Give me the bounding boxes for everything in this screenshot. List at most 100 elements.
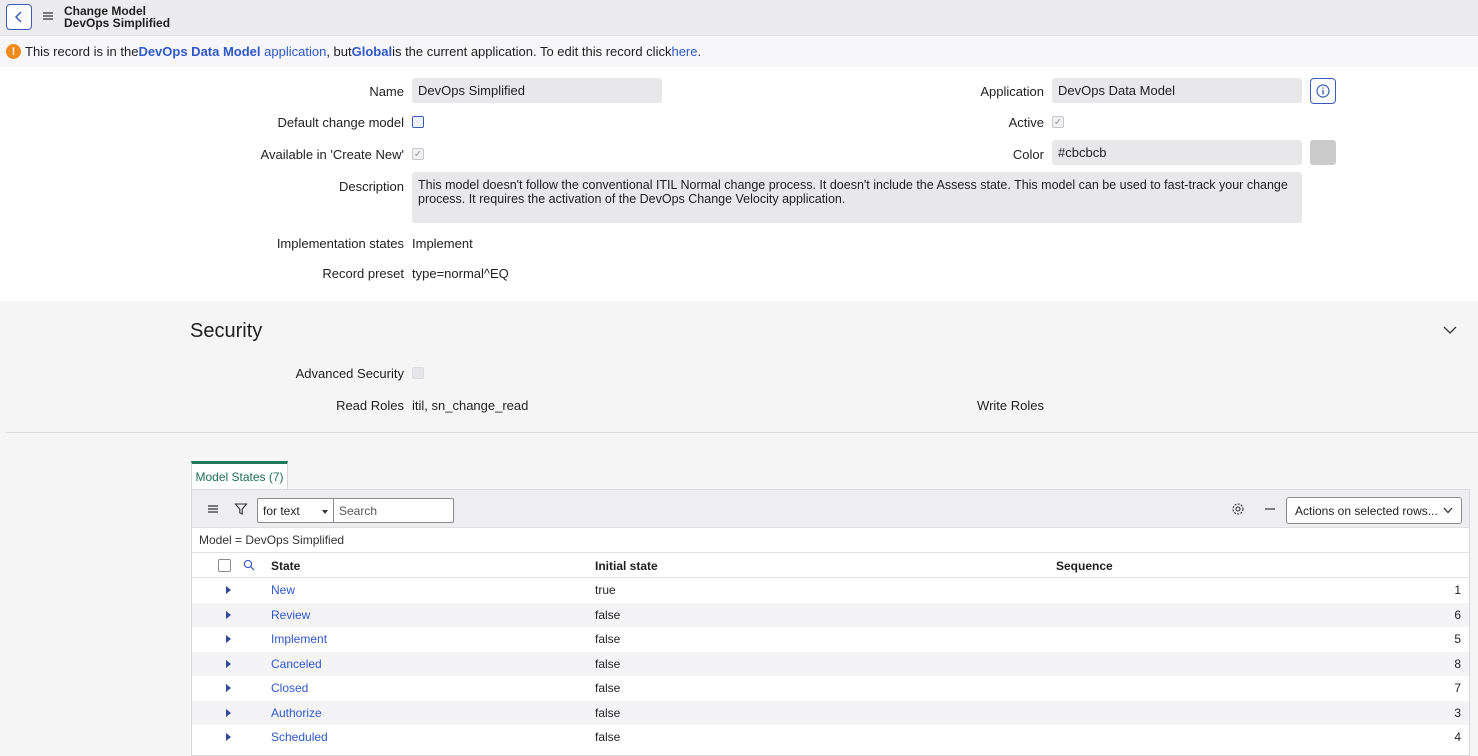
sequence-cell: 3 bbox=[1454, 705, 1461, 720]
write-roles-label: Write Roles bbox=[977, 398, 1044, 413]
hamburger-menu-icon[interactable] bbox=[42, 10, 54, 22]
implementation-states-label: Implementation states bbox=[276, 236, 404, 251]
advanced-security-checkbox[interactable] bbox=[412, 367, 424, 379]
sequence-cell: 7 bbox=[1454, 681, 1461, 695]
table-row: Review false 6 bbox=[192, 602, 1469, 627]
record-preset-value: type=normal^EQ bbox=[412, 266, 509, 281]
active-checkbox[interactable]: ✓ bbox=[1052, 116, 1064, 128]
description-field[interactable]: This model doesn't follow the convention… bbox=[412, 172, 1302, 223]
here-link[interactable]: here bbox=[671, 44, 697, 59]
record-display-name: DevOps Simplified bbox=[64, 16, 171, 30]
expand-row-icon[interactable] bbox=[226, 586, 231, 594]
expand-row-icon[interactable] bbox=[226, 684, 231, 692]
active-label: Active bbox=[1008, 115, 1044, 130]
column-header-state[interactable]: State bbox=[271, 559, 300, 573]
checkmark-icon: ✓ bbox=[413, 148, 423, 160]
state-link[interactable]: Canceled bbox=[271, 657, 322, 671]
actions-select-value: Actions on selected rows... bbox=[1295, 503, 1438, 518]
table-header: State Initial state Sequence bbox=[192, 552, 1469, 578]
scope-application-link[interactable]: application bbox=[264, 44, 326, 59]
info-icon bbox=[1316, 84, 1330, 98]
color-field[interactable]: #cbcbcb bbox=[1052, 140, 1302, 165]
filter-icon[interactable] bbox=[234, 502, 248, 516]
sequence-cell: 5 bbox=[1454, 632, 1461, 646]
collapse-minus-icon[interactable] bbox=[1263, 502, 1277, 516]
search-field-select-value: for text bbox=[263, 503, 300, 518]
model-states-list: for text Actions on selected rows... Mod… bbox=[191, 489, 1470, 756]
state-link[interactable]: Implement bbox=[271, 632, 327, 646]
search-field-select[interactable]: for text bbox=[257, 498, 334, 523]
read-roles-label: Read Roles bbox=[336, 398, 404, 413]
column-header-sequence[interactable]: Sequence bbox=[1056, 559, 1113, 573]
back-button[interactable] bbox=[6, 4, 32, 30]
initial-state-cell: false bbox=[595, 730, 621, 744]
initial-state-cell: false bbox=[595, 607, 621, 622]
notice-text: is the current application. To edit this… bbox=[392, 44, 672, 59]
state-link[interactable]: Closed bbox=[271, 681, 308, 695]
expand-row-icon[interactable] bbox=[226, 659, 231, 668]
name-label: Name bbox=[369, 84, 404, 99]
record-preset-label: Record preset bbox=[322, 266, 404, 281]
caret-down-icon bbox=[322, 510, 328, 514]
description-label: Description bbox=[338, 179, 404, 194]
expand-row-icon[interactable] bbox=[226, 708, 231, 717]
notice-text: , but bbox=[326, 44, 352, 59]
sequence-cell: 8 bbox=[1454, 656, 1461, 671]
sequence-cell: 6 bbox=[1454, 607, 1461, 622]
column-header-initial-state[interactable]: Initial state bbox=[595, 559, 658, 573]
actions-on-selected-rows-select[interactable]: Actions on selected rows... bbox=[1286, 497, 1462, 524]
default-change-model-checkbox[interactable] bbox=[412, 116, 424, 128]
page-header: Change Model DevOps Simplified bbox=[0, 0, 1478, 36]
state-link[interactable]: Review bbox=[271, 608, 310, 622]
checkmark-icon: ✓ bbox=[1053, 116, 1063, 128]
table-row: Closed false 7 bbox=[192, 676, 1469, 701]
chevron-down-icon[interactable] bbox=[1443, 325, 1457, 335]
default-change-model-label: Default change model bbox=[277, 115, 404, 130]
notice-text: This record is in the bbox=[25, 44, 139, 59]
application-label: Application bbox=[980, 84, 1044, 99]
available-in-create-new-label: Available in 'Create New' bbox=[260, 147, 404, 162]
list-breadcrumb[interactable]: Model = DevOps Simplified bbox=[199, 533, 344, 547]
current-app-link[interactable]: Global bbox=[352, 44, 392, 59]
state-link[interactable]: New bbox=[271, 583, 295, 597]
tab-model-states[interactable]: Model States (7) bbox=[191, 461, 288, 490]
scope-name-link[interactable]: DevOps Data Model bbox=[138, 44, 260, 59]
table-row: Implement false 5 bbox=[192, 627, 1469, 652]
sequence-cell: 1 bbox=[1454, 583, 1461, 597]
table-row: New true 1 bbox=[192, 578, 1469, 603]
initial-state-cell: true bbox=[595, 583, 616, 597]
state-link[interactable]: Authorize bbox=[271, 706, 322, 720]
expand-row-icon[interactable] bbox=[226, 635, 231, 643]
record-title: Change Model DevOps Simplified bbox=[64, 5, 170, 29]
initial-state-cell: false bbox=[595, 656, 621, 671]
list-menu-icon[interactable] bbox=[206, 502, 220, 516]
color-label: Color bbox=[1012, 147, 1044, 162]
advanced-security-label: Advanced Security bbox=[295, 366, 404, 381]
initial-state-cell: false bbox=[595, 681, 621, 695]
application-scope-notice: ! This record is in the DevOps Data Mode… bbox=[0, 36, 1478, 67]
table-row: Scheduled false 4 bbox=[192, 725, 1469, 750]
sequence-cell: 4 bbox=[1454, 730, 1461, 744]
gear-icon[interactable] bbox=[1231, 502, 1245, 516]
table-row: Canceled false 8 bbox=[192, 651, 1469, 676]
chevron-down-icon bbox=[1443, 507, 1453, 514]
section-divider bbox=[6, 432, 1478, 433]
expand-row-icon[interactable] bbox=[226, 610, 231, 619]
read-roles-value: itil, sn_change_read bbox=[412, 398, 529, 413]
application-info-button[interactable] bbox=[1310, 78, 1336, 104]
list-toolbar: for text Actions on selected rows... bbox=[192, 490, 1469, 528]
initial-state-cell: false bbox=[595, 705, 621, 720]
search-icon[interactable] bbox=[243, 559, 255, 571]
state-link[interactable]: Scheduled bbox=[271, 730, 328, 744]
available-in-create-new-checkbox[interactable]: ✓ bbox=[412, 148, 424, 160]
warning-icon: ! bbox=[6, 44, 21, 59]
initial-state-cell: false bbox=[595, 632, 621, 646]
notice-text: . bbox=[697, 44, 702, 59]
chevron-left-icon bbox=[14, 11, 22, 23]
expand-row-icon[interactable] bbox=[226, 733, 231, 741]
name-field[interactable]: DevOps Simplified bbox=[412, 78, 662, 103]
application-field: DevOps Data Model bbox=[1052, 78, 1302, 103]
select-all-checkbox[interactable] bbox=[218, 559, 231, 572]
list-search-input[interactable] bbox=[334, 498, 454, 523]
color-swatch[interactable] bbox=[1310, 140, 1336, 165]
